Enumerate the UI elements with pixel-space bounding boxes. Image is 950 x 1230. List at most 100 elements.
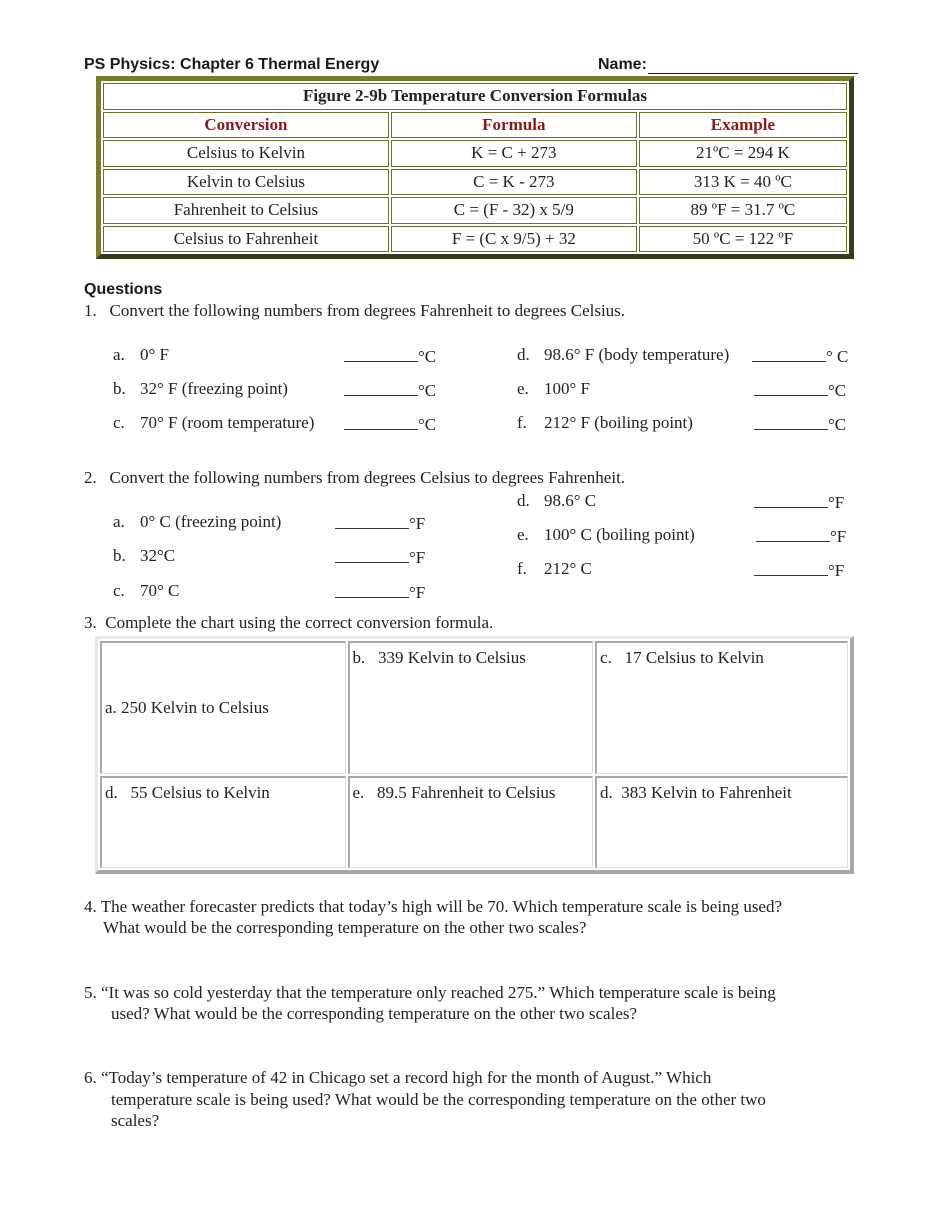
chart-cell-f[interactable]: d. 383 Kelvin to Fahrenheit	[595, 776, 848, 868]
q2-answer-d[interactable]: °F	[754, 491, 844, 513]
conversion-cell: Celsius to Fahrenheit	[103, 225, 389, 252]
formula-cell: C = (F - 32) x 5/9	[390, 197, 637, 224]
answer-blank[interactable]	[756, 525, 830, 542]
q2-item-a: a. 0° C (freezing point)	[113, 512, 281, 532]
chart-cell-b[interactable]: b. 339 Kelvin to Celsius	[347, 641, 594, 774]
example-cell: 313 K = 40 ºC	[638, 168, 847, 195]
answer-blank[interactable]	[754, 491, 828, 508]
item-letter: c.	[113, 413, 125, 432]
table-row: Celsius to Fahrenheit F = (C x 9/5) + 32…	[103, 225, 847, 252]
answer-blank[interactable]	[754, 379, 828, 396]
item-letter: e.	[517, 525, 529, 544]
unit-label: ° C	[826, 347, 849, 366]
item-label: 100° F	[544, 379, 591, 398]
q2-item-c: c. 70° C	[113, 581, 179, 601]
chart-cell-a[interactable]: a. 250 Kelvin to Celsius	[100, 641, 346, 774]
unit-label: °F	[828, 493, 845, 512]
item-label: 0° F	[140, 345, 170, 364]
questions-heading: Questions	[84, 281, 163, 298]
q2-answer-e[interactable]: °F	[756, 525, 846, 547]
unit-label: °C	[418, 381, 437, 400]
question-5-line-1: 5. “It was so cold yesterday that the te…	[84, 983, 776, 1002]
table-title: Figure 2-9b Temperature Conversion Formu…	[103, 83, 847, 110]
answer-blank[interactable]	[752, 345, 826, 362]
name-label: Name:	[598, 56, 647, 73]
q1-item-a: a. 0° F	[113, 345, 169, 365]
item-label: 100° C (boiling point)	[544, 525, 695, 544]
conversion-chart: a. 250 Kelvin to Celsius b. 339 Kelvin t…	[95, 636, 854, 874]
answer-blank[interactable]	[335, 512, 409, 529]
item-letter: e.	[517, 379, 529, 398]
unit-label: °C	[418, 347, 437, 366]
item-label: 32°C	[140, 546, 176, 565]
answer-blank[interactable]	[344, 413, 418, 430]
table-row: Fahrenheit to Celsius C = (F - 32) x 5/9…	[103, 197, 847, 224]
formula-cell: K = C + 273	[390, 140, 637, 167]
table-row: Kelvin to Celsius C = K - 273 313 K = 40…	[103, 168, 847, 195]
answer-blank[interactable]	[344, 345, 418, 362]
unit-label: °F	[409, 548, 426, 567]
item-letter: b.	[113, 546, 126, 565]
q1-answer-d[interactable]: ° C	[752, 345, 848, 367]
question-1-text: 1. Convert the following numbers from de…	[84, 301, 626, 320]
item-letter: f.	[517, 413, 527, 432]
q2-item-e: e. 100° C (boiling point)	[517, 525, 695, 545]
q1-item-b: b. 32° F (freezing point)	[113, 379, 288, 399]
name-field[interactable]: Name:	[598, 56, 858, 74]
question-4-line-2: What would be the corresponding temperat…	[103, 918, 587, 937]
item-letter: a.	[113, 345, 125, 364]
table-row: Celsius to Kelvin K = C + 273 21ºC = 294…	[103, 140, 847, 167]
answer-blank[interactable]	[754, 413, 828, 430]
formula-cell: C = K - 273	[390, 168, 637, 195]
unit-label: °F	[830, 527, 847, 546]
name-blank-line[interactable]	[647, 58, 858, 74]
q1-answer-c[interactable]: °C	[344, 413, 436, 435]
worksheet-title: PS Physics: Chapter 6 Thermal Energy	[84, 56, 380, 73]
item-label: 32° F (freezing point)	[140, 379, 288, 398]
item-letter: d.	[517, 345, 530, 364]
q1-answer-f[interactable]: °C	[754, 413, 846, 435]
formula-cell: F = (C x 9/5) + 32	[390, 225, 637, 252]
answer-blank[interactable]	[344, 379, 418, 396]
unit-label: °C	[828, 415, 847, 434]
question-6-line-1: 6. “Today’s temperature of 42 in Chicago…	[84, 1068, 712, 1087]
answer-blank[interactable]	[335, 581, 409, 598]
column-header-conversion: Conversion	[103, 111, 389, 138]
question-4-line-1: 4. The weather forecaster predicts that …	[84, 897, 783, 916]
unit-label: °F	[828, 561, 845, 580]
q2-item-d: d. 98.6° C	[517, 491, 596, 511]
conversion-cell: Kelvin to Celsius	[103, 168, 389, 195]
chart-cell-c[interactable]: c. 17 Celsius to Kelvin	[595, 641, 848, 774]
q1-item-e: e. 100° F	[517, 379, 590, 399]
conversion-cell: Celsius to Kelvin	[103, 140, 389, 167]
chart-cell-e[interactable]: e. 89.5 Fahrenheit to Celsius	[347, 776, 594, 868]
q1-item-c: c. 70° F (room temperature)	[113, 413, 314, 433]
q2-answer-c[interactable]: °F	[335, 581, 425, 603]
question-5-line-2: used? What would be the corresponding te…	[111, 1004, 638, 1023]
chart-cell-d[interactable]: d. 55 Celsius to Kelvin	[100, 776, 346, 868]
item-label: 70° C	[140, 581, 180, 600]
q1-item-f: f. 212° F (boiling point)	[517, 413, 693, 433]
item-label: 0° C (freezing point)	[140, 512, 282, 531]
answer-blank[interactable]	[335, 546, 409, 563]
q2-answer-f[interactable]: °F	[754, 559, 844, 581]
item-label: 98.6° C	[544, 491, 597, 510]
q2-answer-b[interactable]: °F	[335, 546, 425, 568]
unit-label: °F	[409, 514, 426, 533]
conversion-formulas-table: Figure 2-9b Temperature Conversion Formu…	[96, 76, 854, 259]
item-label: 98.6° F (body temperature)	[544, 345, 730, 364]
q1-answer-a[interactable]: °C	[344, 345, 436, 367]
q2-item-f: f. 212° C	[517, 559, 592, 579]
q1-answer-b[interactable]: °C	[344, 379, 436, 401]
q1-answer-e[interactable]: °C	[754, 379, 846, 401]
unit-label: °F	[409, 583, 426, 602]
conversion-cell: Fahrenheit to Celsius	[103, 197, 389, 224]
q2-answer-a[interactable]: °F	[335, 512, 425, 534]
q2-item-b: b. 32°C	[113, 546, 175, 566]
question-3-text: 3. Complete the chart using the correct …	[84, 613, 494, 632]
answer-blank[interactable]	[754, 559, 828, 576]
item-letter: d.	[517, 491, 530, 510]
unit-label: °C	[828, 381, 847, 400]
example-cell: 89 ºF = 31.7 ºC	[638, 197, 847, 224]
item-letter: c.	[113, 581, 125, 600]
